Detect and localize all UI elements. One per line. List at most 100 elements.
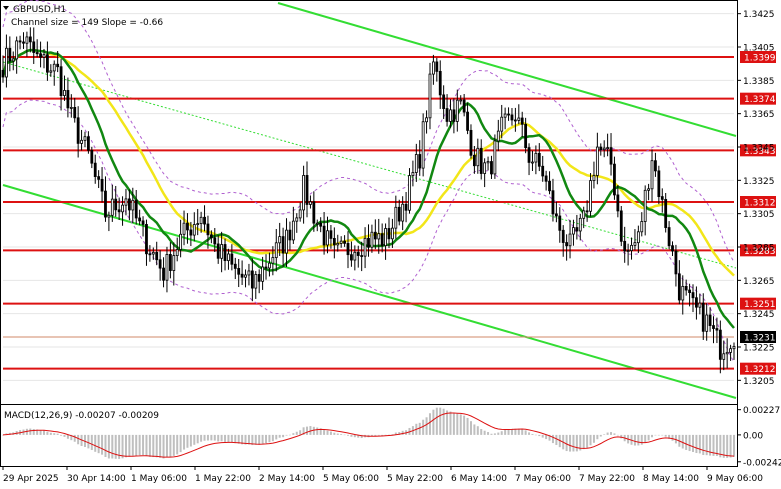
candle-body <box>179 233 183 250</box>
macd-bar <box>507 429 510 435</box>
macd-bar <box>210 434 213 441</box>
macd-bar <box>493 433 496 435</box>
macd-bar <box>176 434 179 455</box>
candle-body <box>182 222 186 235</box>
candle-body <box>295 217 299 222</box>
dropdown-triangle-icon[interactable] <box>3 6 9 10</box>
candle-body <box>322 225 326 246</box>
macd-bar <box>336 433 339 435</box>
macd-tick-label: 0.00 <box>743 431 763 441</box>
candle-body <box>35 52 39 55</box>
macd-bar <box>644 434 647 443</box>
macd-bar <box>94 434 97 452</box>
macd-bar <box>340 434 343 435</box>
candle-body <box>537 152 541 167</box>
macd-bar <box>186 434 189 448</box>
macd-bar <box>432 409 435 435</box>
candle-body <box>237 268 241 275</box>
macd-bar <box>138 434 141 456</box>
macd-bar <box>312 426 315 435</box>
candle-body <box>223 244 227 262</box>
macd-bar <box>29 428 32 435</box>
macd-bar <box>473 424 476 435</box>
candle-body <box>565 242 569 247</box>
candle-body <box>397 206 401 222</box>
macd-bar <box>278 434 281 438</box>
candle-body <box>261 266 265 282</box>
candle-body <box>363 237 367 257</box>
candle-body <box>578 217 582 232</box>
candle-body <box>602 147 606 151</box>
candle-body <box>196 223 200 226</box>
macd-bar <box>234 434 237 444</box>
candle-body <box>722 353 726 360</box>
macd-bar <box>179 434 182 453</box>
candle-body <box>257 274 261 282</box>
candle-body <box>356 251 360 256</box>
macd-bar <box>183 434 186 450</box>
candle-body <box>244 274 247 278</box>
macd-bar <box>531 433 534 435</box>
candle-body <box>350 254 353 261</box>
macd-bar <box>203 434 206 441</box>
macd-bar <box>490 433 493 435</box>
candle-body <box>209 234 213 239</box>
macd-bar <box>688 434 691 452</box>
macd-bar <box>247 434 250 445</box>
candle-body <box>691 292 695 299</box>
candle-body <box>647 188 651 191</box>
candle-body <box>114 198 118 211</box>
price-tick-label: 1.3425 <box>743 10 775 20</box>
time-tick-label: 29 Apr 2025 <box>3 474 59 484</box>
macd-bar <box>572 434 575 452</box>
macd-bar <box>647 434 650 441</box>
candle-body <box>438 70 442 96</box>
macd-bar <box>258 434 261 445</box>
macd-bar <box>193 434 196 445</box>
macd-bar <box>541 434 544 438</box>
price-tick-label: 1.3345 <box>743 144 775 154</box>
candle-body <box>657 170 661 197</box>
candle-body <box>254 274 258 289</box>
candle-body <box>97 176 101 180</box>
chart-canvas: 1.33991.33741.33431.33121.32831.32511.32… <box>0 0 781 484</box>
macd-bar <box>661 434 664 436</box>
candle-body <box>725 351 729 355</box>
macd-bar <box>254 434 257 445</box>
candle-body <box>421 121 425 169</box>
macd-bar <box>483 430 486 435</box>
candle-body <box>544 175 548 182</box>
macd-bar <box>60 434 63 436</box>
candle-body <box>705 314 709 332</box>
candle-body <box>619 210 623 242</box>
candle-body <box>11 58 15 62</box>
candle-body <box>408 175 411 211</box>
candle-body <box>107 214 111 218</box>
macd-bar <box>224 434 227 442</box>
macd-bar <box>456 413 459 435</box>
macd-bar <box>66 434 69 439</box>
macd-bar <box>32 428 35 435</box>
candle-body <box>558 215 562 231</box>
macd-bar <box>268 434 271 443</box>
candle-body <box>688 289 691 293</box>
candle-body <box>172 255 176 271</box>
time-tick-label: 1 May 22:00 <box>195 474 251 484</box>
macd-bar <box>121 434 124 459</box>
candle-body <box>175 249 179 256</box>
candle-body <box>732 346 736 350</box>
macd-bar <box>606 432 609 435</box>
candle-body <box>432 61 435 75</box>
candle-body <box>100 178 104 192</box>
candle-body <box>240 273 244 278</box>
macd-bar <box>49 432 52 435</box>
candle-body <box>445 108 449 122</box>
candle-body <box>343 240 346 244</box>
candle-body <box>613 163 616 196</box>
macd-bar <box>640 434 643 445</box>
macd-bar <box>545 434 548 440</box>
candle-body <box>339 240 343 244</box>
candle-body <box>213 237 217 245</box>
candle-body <box>367 237 370 248</box>
candle-body <box>315 222 319 225</box>
